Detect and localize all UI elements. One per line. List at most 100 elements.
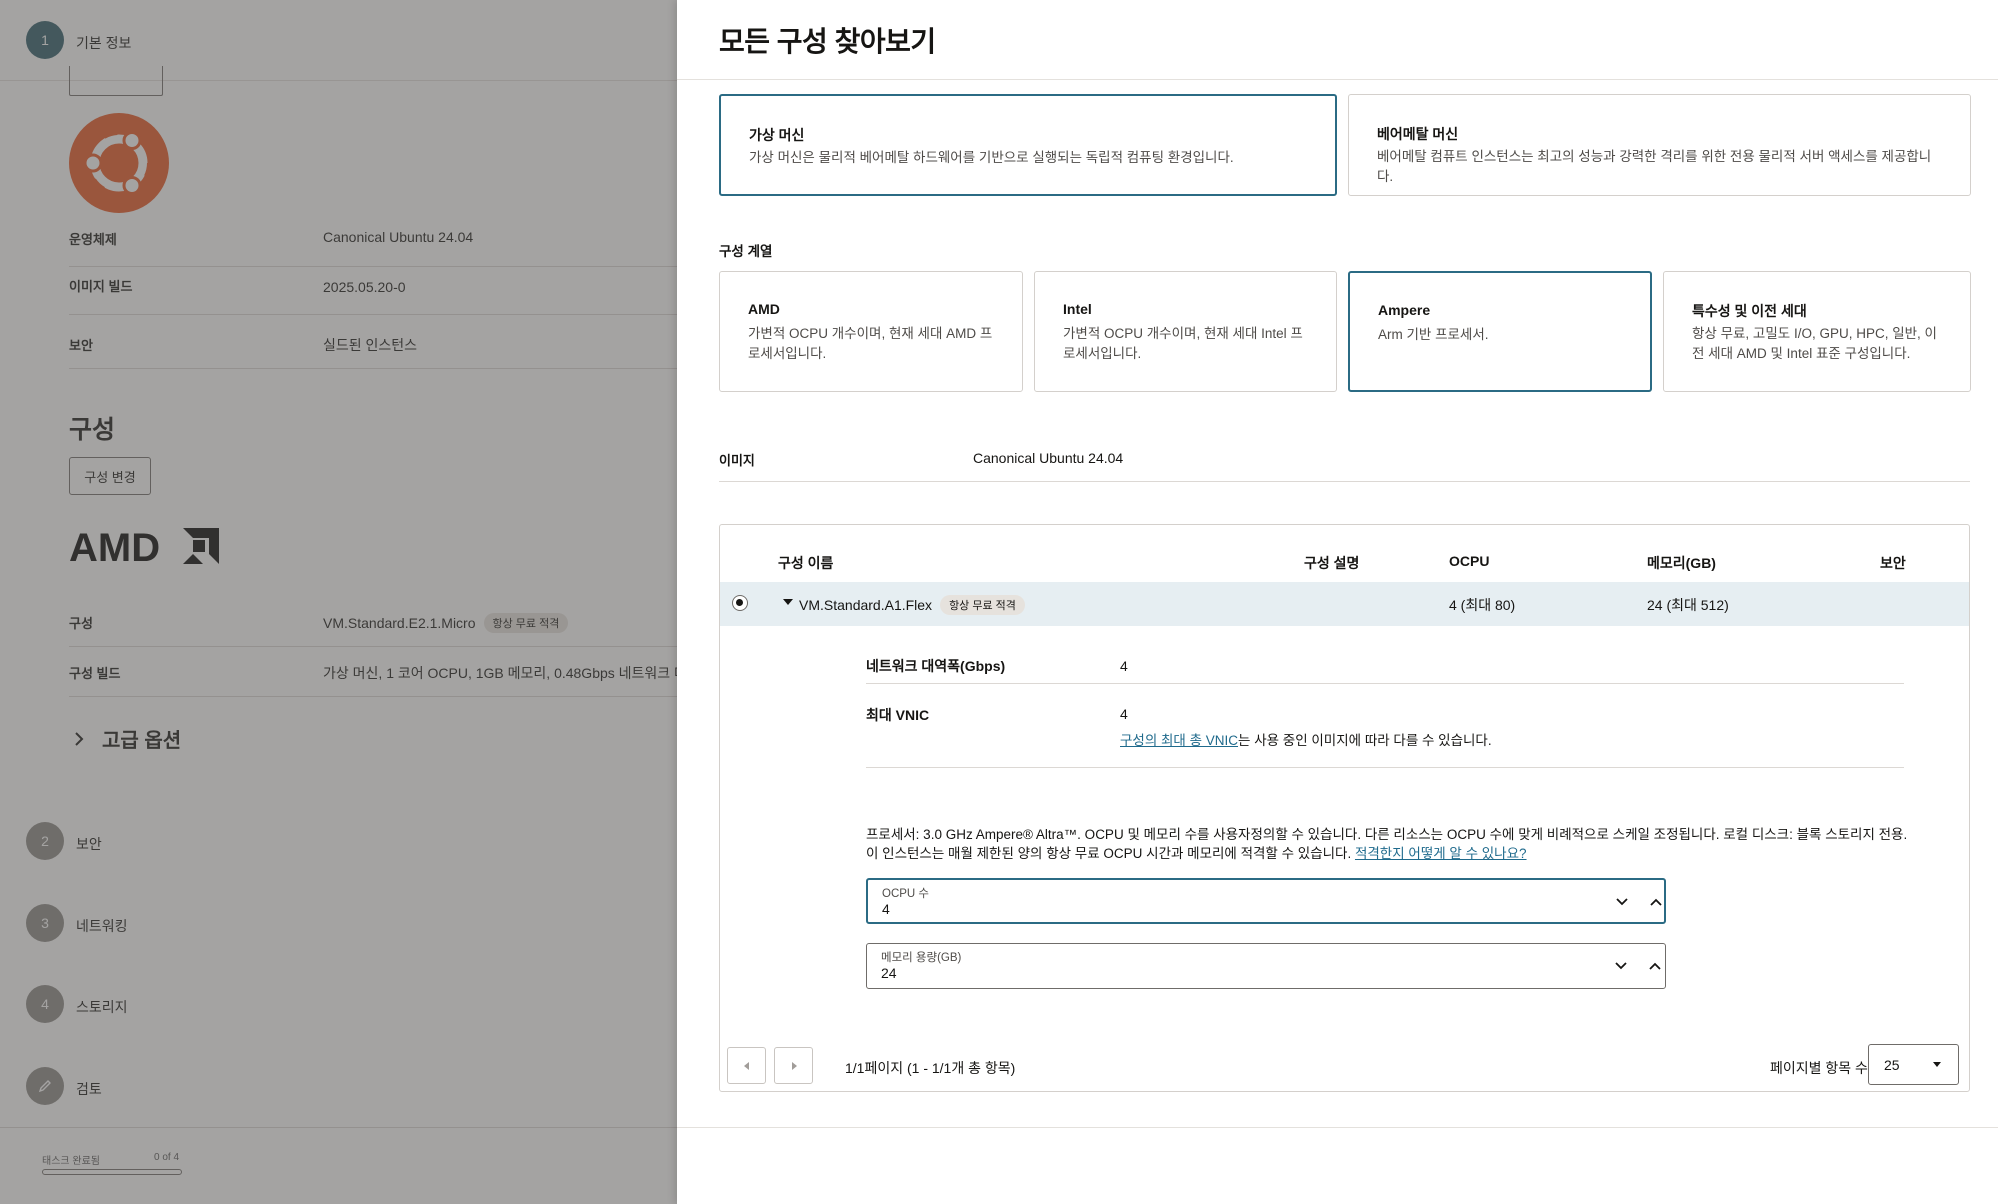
step-review-circle[interactable] bbox=[26, 1067, 64, 1105]
advanced-options-label: 고급 옵션 bbox=[102, 730, 182, 752]
tile-title: 베어메탈 머신 bbox=[1377, 126, 1459, 142]
shape-build-key: 구성 빌드 bbox=[69, 666, 121, 681]
vnic-link[interactable]: 구성의 최대 총 VNIC bbox=[1120, 733, 1238, 748]
processor-line-2: 이 인스턴스는 매월 제한된 양의 항상 무료 OCPU 시간과 메모리에 적격… bbox=[866, 844, 1936, 863]
ocpu-count-stepper[interactable]: OCPU 수 bbox=[866, 878, 1666, 924]
memory-amount-stepper[interactable]: 메모리 용량(GB) bbox=[866, 943, 1666, 989]
drawer-footer-divider bbox=[677, 1127, 1998, 1128]
ocpu-count-label: OCPU 수 bbox=[882, 888, 930, 900]
chevron-down-icon[interactable] bbox=[1612, 892, 1632, 912]
security-value: 실드된 인스턴스 bbox=[323, 337, 418, 353]
image-key: 이미지 bbox=[719, 453, 755, 468]
next-page-button[interactable] bbox=[774, 1047, 813, 1084]
bandwidth-key: 네트워크 대역폭(Gbps) bbox=[866, 658, 1006, 674]
ubuntu-logo-icon bbox=[69, 113, 169, 213]
shape-name-cell: VM.Standard.A1.Flex 항상 무료 적격 bbox=[799, 595, 1025, 615]
image-build-value: 2025.05.20-0 bbox=[323, 279, 406, 295]
image-row: 이미지 Canonical Ubuntu 24.04 bbox=[719, 438, 1970, 482]
step-4-circle[interactable]: 4 bbox=[26, 985, 64, 1023]
per-page-select[interactable]: 25 bbox=[1868, 1044, 1959, 1085]
step-4-label[interactable]: 스토리지 bbox=[76, 997, 128, 1017]
image-build-key: 이미지 빌드 bbox=[69, 279, 133, 294]
chevron-up-icon[interactable] bbox=[1646, 892, 1666, 912]
os-key: 운영체제 bbox=[69, 232, 117, 247]
security-key: 보안 bbox=[69, 338, 93, 353]
step-3-label[interactable]: 네트워킹 bbox=[76, 916, 128, 936]
caret-left-icon bbox=[743, 1061, 749, 1070]
tile-title: 가상 머신 bbox=[749, 127, 805, 143]
bandwidth-value: 4 bbox=[1120, 658, 1128, 674]
series-ampere[interactable]: Ampere Arm 기반 프로세서. bbox=[1348, 271, 1652, 392]
tasks-progress-bar bbox=[42, 1169, 182, 1175]
os-value: Canonical Ubuntu 24.04 bbox=[323, 229, 474, 245]
ocpu-cell: 4 (최대 80) bbox=[1449, 597, 1516, 613]
shape-section-title: 구성 bbox=[69, 416, 116, 444]
tile-desc: 베어메탈 컴퓨트 인스턴스는 최고의 성능과 강력한 격리를 위한 전용 물리적… bbox=[1377, 149, 1932, 184]
shapes-table: 구성 이름 구성 설명 OCPU 메모리(GB) 보안 VM.Standard.… bbox=[719, 524, 1970, 1092]
eligibility-link[interactable]: 적격한지 어떻게 알 수 있나요? bbox=[1355, 846, 1527, 861]
step-3-circle[interactable]: 3 bbox=[26, 904, 64, 942]
expand-caret-icon[interactable] bbox=[783, 599, 793, 605]
always-free-badge: 항상 무료 적격 bbox=[483, 613, 569, 633]
processor-line-1: 프로세서: 3.0 GHz Ampere® Altra™. OCPU 및 메모리… bbox=[866, 827, 1908, 842]
col-header-shape-name[interactable]: 구성 이름 bbox=[778, 553, 833, 573]
shape-row: 구성 VM.Standard.E2.1.Micro 항상 무료 적격 bbox=[69, 597, 677, 647]
series-amd[interactable]: AMD 가변적 OCPU 개수이며, 현재 세대 AMD 프로세서입니다. bbox=[719, 271, 1023, 392]
always-free-badge: 항상 무료 적격 bbox=[940, 595, 1025, 615]
vnic-key: 최대 VNIC bbox=[866, 707, 930, 723]
vnic-note-text: 는 사용 중인 이미지에 따라 다를 수 있습니다. bbox=[1238, 733, 1492, 748]
processor-line-2-text: 이 인스턴스는 매월 제한된 양의 항상 무료 OCPU 시간과 메모리에 적격… bbox=[866, 846, 1355, 861]
image-build-row: 이미지 빌드 2025.05.20-0 bbox=[69, 260, 677, 315]
prev-page-button[interactable] bbox=[727, 1047, 766, 1084]
col-header-memory[interactable]: 메모리(GB) bbox=[1647, 553, 1716, 573]
instance-type-bare-metal[interactable]: 베어메탈 머신 베어메탈 컴퓨트 인스턴스는 최고의 성능과 강력한 격리를 위… bbox=[1348, 94, 1971, 196]
tile-desc: 가변적 OCPU 개수이며, 현재 세대 Intel 프로세서입니다. bbox=[1063, 326, 1303, 361]
chevron-down-icon[interactable] bbox=[1611, 956, 1631, 976]
os-row: 운영체제 Canonical Ubuntu 24.04 bbox=[69, 213, 677, 267]
step-review-label[interactable]: 검토 bbox=[76, 1079, 102, 1099]
chevron-right-icon bbox=[75, 731, 84, 746]
pagination-info: 1/1페이지 (1 - 1/1개 총 항목) bbox=[845, 1060, 1016, 1076]
chevron-up-icon[interactable] bbox=[1645, 956, 1665, 976]
advanced-options-toggle[interactable]: 고급 옵션 bbox=[74, 724, 181, 753]
series-specialty[interactable]: 특수성 및 이전 세대 항상 무료, 고밀도 I/O, GPU, HPC, 일반… bbox=[1663, 271, 1971, 392]
tile-desc: 가변적 OCPU 개수이며, 현재 세대 AMD 프로세서입니다. bbox=[748, 326, 993, 361]
col-header-security[interactable]: 보안 bbox=[1880, 553, 1906, 573]
memory-amount-input[interactable] bbox=[881, 965, 1481, 981]
shape-key: 구성 bbox=[69, 616, 93, 631]
change-image-button[interactable] bbox=[69, 66, 163, 96]
step-2-circle[interactable]: 2 bbox=[26, 822, 64, 860]
tile-desc: 항상 무료, 고밀도 I/O, GPU, HPC, 일반, 이전 세대 AMD … bbox=[1692, 326, 1937, 361]
dropdown-caret-icon bbox=[1933, 1062, 1941, 1067]
shape-name: VM.Standard.A1.Flex bbox=[799, 597, 933, 613]
col-header-ocpu[interactable]: OCPU bbox=[1449, 553, 1489, 569]
drawer-title: 모든 구성 찾아보기 bbox=[719, 26, 936, 57]
bandwidth-row: 네트워크 대역폭(Gbps) 4 bbox=[866, 637, 1904, 684]
step-2-label[interactable]: 보안 bbox=[76, 834, 102, 854]
svg-text:AMD: AMD bbox=[69, 526, 160, 566]
task-footer: 태스크 완료됨 0 of 4 bbox=[0, 1127, 677, 1204]
browse-shapes-drawer: 모든 구성 찾아보기 가상 머신 가상 머신은 물리적 베어메탈 하드웨어를 기… bbox=[677, 0, 1998, 1204]
wizard-page: 1 기본 정보 운영체제 Canonical Ubuntu 24.04 이미지 … bbox=[0, 0, 677, 1204]
shape-build-row: 구성 빌드 가상 머신, 1 코어 OCPU, 1GB 메모리, 0.48Gbp… bbox=[69, 647, 677, 697]
tile-title: Ampere bbox=[1378, 302, 1431, 318]
change-shape-button[interactable]: 구성 변경 bbox=[69, 457, 151, 495]
step-1-circle[interactable]: 1 bbox=[26, 21, 64, 59]
shape-value: VM.Standard.E2.1.Micro 항상 무료 적격 bbox=[323, 613, 569, 633]
per-page-value: 25 bbox=[1884, 1057, 1900, 1073]
step-1-label[interactable]: 기본 정보 bbox=[76, 33, 131, 53]
per-page-label: 페이지별 항목 수 bbox=[1770, 1060, 1868, 1076]
image-value: Canonical Ubuntu 24.04 bbox=[973, 450, 1124, 466]
tile-title: Intel bbox=[1063, 301, 1092, 317]
row-radio[interactable] bbox=[732, 595, 748, 611]
table-row[interactable]: VM.Standard.A1.Flex 항상 무료 적격 4 (최대 80) 24… bbox=[720, 582, 1969, 626]
shape-build-value: 가상 머신, 1 코어 OCPU, 1GB 메모리, 0.48Gbps 네트워크… bbox=[323, 665, 677, 681]
series-intel[interactable]: Intel 가변적 OCPU 개수이며, 현재 세대 Intel 프로세서입니다… bbox=[1034, 271, 1337, 392]
instance-type-virtual-machine[interactable]: 가상 머신 가상 머신은 물리적 베어메탈 하드웨어를 기반으로 실행되는 독립… bbox=[719, 94, 1337, 196]
tile-title: AMD bbox=[748, 301, 780, 317]
ocpu-count-input[interactable] bbox=[882, 901, 1482, 917]
divider bbox=[677, 79, 1998, 80]
tile-title: 특수성 및 이전 세대 bbox=[1692, 303, 1807, 319]
col-header-description[interactable]: 구성 설명 bbox=[1304, 553, 1359, 573]
amd-logo-icon: AMD bbox=[69, 526, 219, 566]
